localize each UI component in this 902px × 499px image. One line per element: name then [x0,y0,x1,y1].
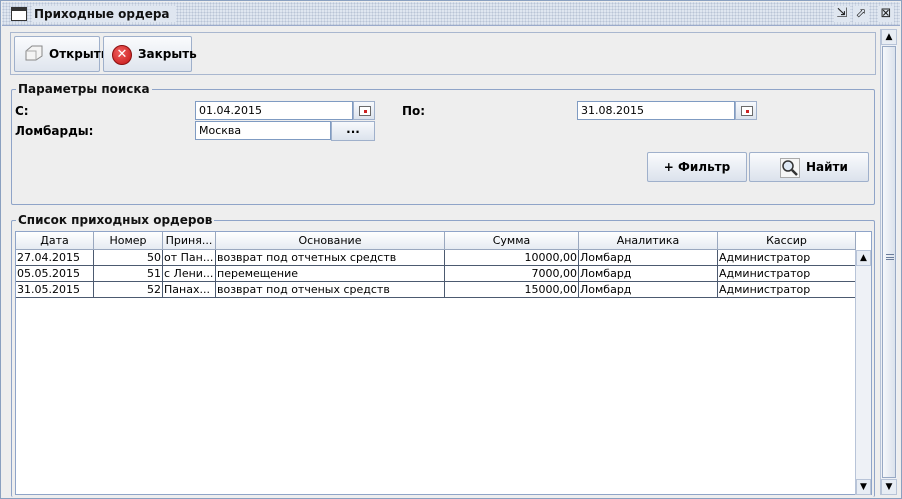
lombards-field[interactable]: Москва [195,121,331,140]
cell-date: 05.05.2015 [16,266,94,282]
cell-cashier: Администратор [718,250,856,266]
table-scrollbar[interactable]: ▲ ▼ [855,250,871,495]
table-row[interactable]: 27.04.2015 50 от Пан... возврат под отче… [16,250,856,266]
column-header-basis[interactable]: Основание [216,232,445,250]
column-header-received[interactable]: Приня... [163,232,216,250]
cell-received: Панах... [163,282,216,298]
to-label: По: [402,104,426,118]
column-header-sum[interactable]: Сумма [445,232,579,250]
lombards-browse-button[interactable]: ... [331,121,375,141]
cell-sum: 10000,00 [445,250,579,266]
window-title: Приходные ордера [32,6,176,22]
from-calendar-icon[interactable] [353,101,375,120]
cell-cashier: Администратор [718,282,856,298]
open-icon [25,45,43,61]
filter-button[interactable]: + Фильтр [647,152,747,182]
lombards-label: Ломбарды: [15,124,94,138]
table-header: Дата Номер Приня... Основание Сумма Анал… [16,232,856,250]
scroll-thumb[interactable] [882,46,896,478]
close-button[interactable]: ✕ Закрыть [103,36,197,72]
scroll-down-button[interactable]: ▼ [881,479,897,495]
title-bar[interactable]: Приходные ордера ⇲ ⬀ ⊠ [2,2,900,26]
open-label: Открыть [49,47,109,61]
close-icon[interactable]: ⊠ [878,6,894,22]
scroll-up-button[interactable]: ▲ [881,29,897,45]
search-params-group: Параметры поиска С: 01.04.2015 По: 31.08… [11,82,875,205]
cell-date: 27.04.2015 [16,250,94,266]
search-icon [780,158,800,178]
search-params-title: Параметры поиска [16,82,152,96]
cell-basis: возврат под отчетных средств [216,250,445,266]
cell-number: 52 [94,282,163,298]
window-icon [11,7,27,21]
cell-number: 51 [94,266,163,282]
find-label: Найти [806,160,848,174]
minimize-icon[interactable]: ⇲ [834,6,850,22]
window-scrollbar[interactable]: ▲ ▼ [880,29,897,495]
cell-sum: 7000,00 [445,266,579,282]
cell-received: от Пан... [163,250,216,266]
cell-cashier: Администратор [718,266,856,282]
cell-basis: возврат под отченых средств [216,282,445,298]
table-row[interactable]: 31.05.2015 52 Панах... возврат под отчен… [16,282,856,298]
open-button[interactable]: Открыть [14,36,108,72]
column-header-date[interactable]: Дата [16,232,94,250]
cell-sum: 15000,00 [445,282,579,298]
column-header-number[interactable]: Номер [94,232,163,250]
from-date-field[interactable]: 01.04.2015 [195,101,353,120]
close-label: Закрыть [138,47,197,61]
toolbar: Открыть ✕ Закрыть [10,32,876,75]
table-scroll-down-button[interactable]: ▼ [856,479,871,495]
find-button[interactable]: Найти [749,152,869,182]
cell-number: 50 [94,250,163,266]
cell-received: с Лени... [163,266,216,282]
to-date-field[interactable]: 31.08.2015 [577,101,735,120]
app-window: Приходные ордера ⇲ ⬀ ⊠ ▲ ▼ Открыть ✕ Зак… [0,0,902,499]
table-scroll-up-button[interactable]: ▲ [856,250,871,266]
cell-date: 31.05.2015 [16,282,94,298]
maximize-icon[interactable]: ⬀ [853,6,869,22]
orders-list-title: Список приходных ордеров [16,213,215,227]
grip-icon [886,254,894,260]
cell-analytics: Ломбард [579,250,718,266]
cell-analytics: Ломбард [579,282,718,298]
column-header-cashier[interactable]: Кассир [718,232,856,250]
cell-basis: перемещение [216,266,445,282]
cell-analytics: Ломбард [579,266,718,282]
from-label: С: [15,104,29,118]
orders-table: Дата Номер Приня... Основание Сумма Анал… [15,231,872,495]
close-red-icon: ✕ [112,45,132,65]
to-calendar-icon[interactable] [735,101,757,120]
table-row[interactable]: 05.05.2015 51 с Лени... перемещение 7000… [16,266,856,282]
column-header-analytics[interactable]: Аналитика [579,232,718,250]
